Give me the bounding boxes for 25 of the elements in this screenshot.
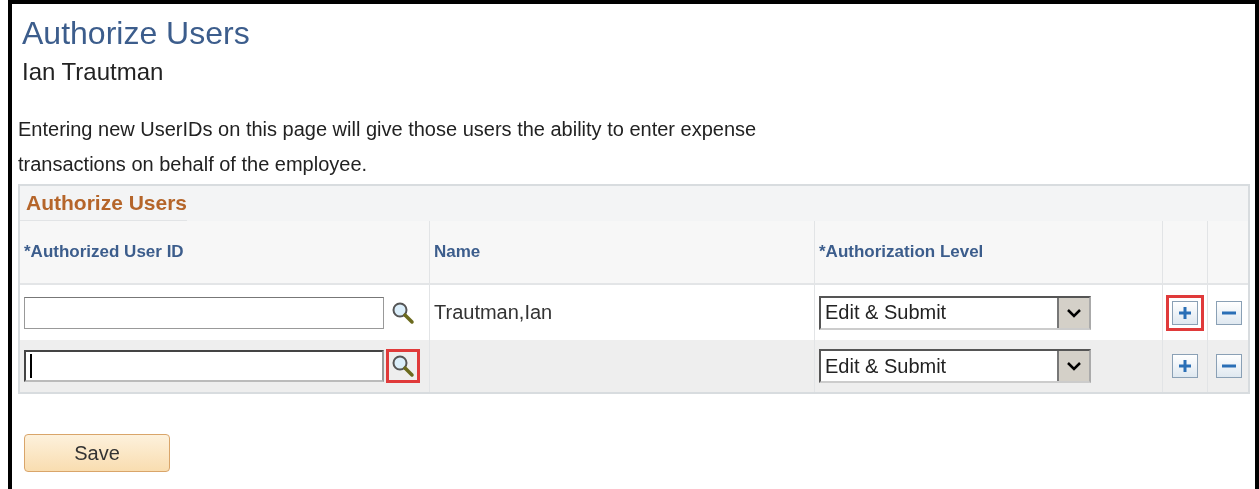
search-icon bbox=[391, 354, 415, 378]
add-row-button[interactable] bbox=[1172, 354, 1198, 378]
column-header: *Authorized User ID bbox=[23, 241, 185, 263]
chevron-down-icon bbox=[1066, 361, 1082, 371]
page-title: Authorize Users bbox=[22, 14, 250, 52]
add-row-button[interactable] bbox=[1172, 300, 1198, 325]
minus-icon bbox=[1222, 364, 1236, 368]
name-text: Trautman,Ian bbox=[434, 301, 553, 324]
column-header: Name bbox=[429, 221, 814, 283]
authorization-level-dropdown[interactable]: Edit & Submit bbox=[819, 349, 1091, 383]
user-id-field[interactable] bbox=[24, 350, 384, 382]
search-icon bbox=[391, 300, 415, 325]
minus-icon bbox=[1222, 310, 1236, 315]
plus-icon bbox=[1179, 306, 1191, 319]
description: Entering new UserIDs on this page will give those users the ability to enter expense transactions on behalf of the employee. bbox=[18, 117, 758, 177]
delete-row-button[interactable] bbox=[1216, 300, 1242, 325]
authorization-level-dropdown[interactable]: Edit & Submit bbox=[819, 295, 1091, 330]
save-button[interactable]: Save bbox=[24, 434, 170, 472]
user-id-field[interactable] bbox=[24, 296, 384, 329]
column-header: *Authorization Level bbox=[814, 221, 1162, 283]
delete-row-button[interactable] bbox=[1216, 354, 1242, 378]
search-button[interactable] bbox=[386, 349, 420, 383]
plus-icon bbox=[1179, 360, 1191, 372]
employee-name: Ian Trautman bbox=[22, 58, 164, 86]
chevron-down-icon bbox=[1066, 307, 1082, 318]
